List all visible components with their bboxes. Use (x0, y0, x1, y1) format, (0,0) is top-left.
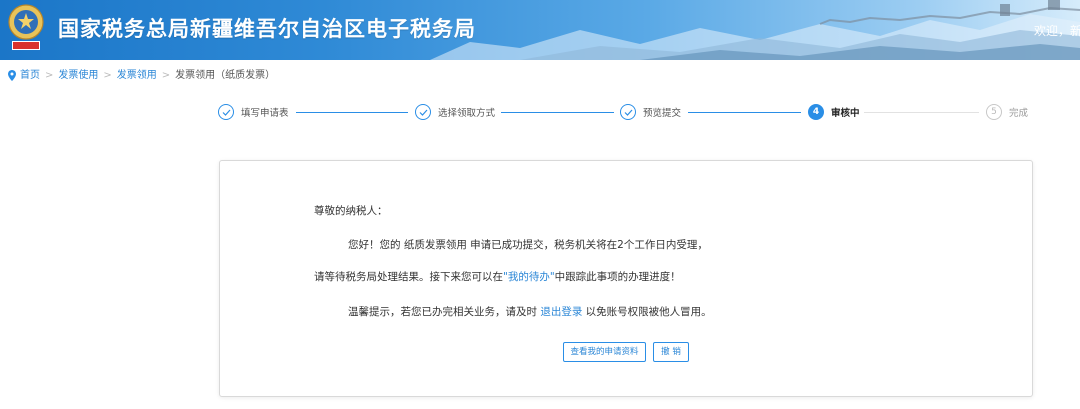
step-label: 选择领取方式 (438, 108, 496, 119)
site-title: 国家税务总局新疆维吾尔自治区电子税务局 (58, 17, 476, 41)
breadcrumb-separator: > (161, 70, 171, 81)
step-label: 填写申请表 (241, 108, 289, 119)
greeting-text: 尊敬的纳税人： (314, 205, 388, 217)
progress-steps: 填写申请表 选择领取方式 预览提交 4 审核中 5 完成 (218, 102, 1032, 122)
tax-emblem-icon (8, 4, 44, 50)
follow-up-message: 请等待税务局处理结果。接下来您可以在"我的待办"中跟踪此事项的办理进度！ (314, 269, 681, 284)
welcome-text: 欢迎，新 (1033, 24, 1080, 38)
breadcrumb-separator: > (45, 70, 54, 81)
view-application-button[interactable]: 查看我的申请资料 (563, 342, 646, 362)
breadcrumb-home[interactable]: 首页 (20, 70, 40, 81)
location-pin-icon (8, 69, 16, 81)
step-label: 预览提交 (643, 108, 682, 119)
breadcrumb-current: 发票领用（纸质发票） (175, 70, 276, 81)
breadcrumb-invoice-use[interactable]: 发票使用 (58, 70, 98, 81)
breadcrumb-separator: > (103, 70, 112, 81)
step-preview-submit: 预览提交 (620, 102, 681, 122)
reminder-message: 温馨提示，若您已办完相关业务，请及时 退出登录 以免账号权限被他人冒用。 (348, 304, 712, 319)
cancel-button[interactable]: 撤 销 (653, 342, 689, 362)
step-number: 4 (808, 104, 824, 120)
my-todo-link[interactable]: "我的待办" (503, 271, 555, 283)
step-number: 5 (986, 104, 1002, 120)
step-connector (688, 112, 801, 113)
follow-up-prefix: 请等待税务局处理结果。接下来您可以在 (314, 271, 503, 283)
step-connector (864, 112, 979, 113)
follow-up-suffix: 中跟踪此事项的办理进度！ (554, 271, 681, 283)
step-label: 审核中 (831, 108, 860, 119)
step-label: 完成 (1009, 108, 1029, 119)
reminder-suffix: 以免账号权限被他人冒用。 (582, 306, 712, 318)
breadcrumb-invoice-collect[interactable]: 发票领用 (117, 70, 157, 81)
step-connector (296, 112, 408, 113)
check-icon (218, 104, 234, 120)
step-under-review: 4 审核中 (808, 102, 860, 122)
result-panel: 尊敬的纳税人： 您好！您的 纸质发票领用 申请已成功提交，税务机关将在2个工作日… (219, 160, 1033, 397)
step-choose-method: 选择领取方式 (415, 102, 495, 122)
step-connector (501, 112, 614, 113)
site-header: 国家税务总局新疆维吾尔自治区电子税务局 欢迎，新 (0, 0, 1080, 60)
breadcrumb: 首页 > 发票使用 > 发票领用 > 发票领用（纸质发票） (8, 69, 275, 83)
check-icon (415, 104, 431, 120)
check-icon (620, 104, 636, 120)
step-complete: 5 完成 (986, 102, 1028, 122)
step-fill-form: 填写申请表 (218, 102, 289, 122)
submission-message: 您好！您的 纸质发票领用 申请已成功提交，税务机关将在2个工作日内受理， (348, 239, 708, 251)
reminder-prefix: 温馨提示，若您已办完相关业务，请及时 (348, 306, 541, 318)
logout-link[interactable]: 退出登录 (540, 306, 582, 318)
